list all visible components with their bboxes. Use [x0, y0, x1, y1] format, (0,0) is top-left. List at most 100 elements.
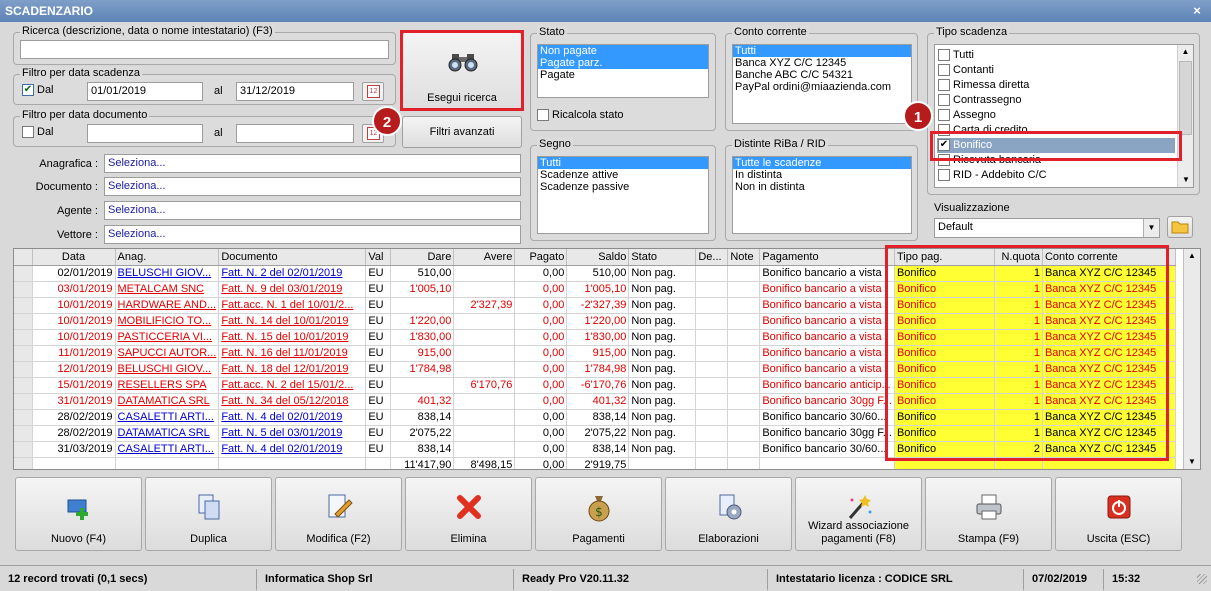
anagrafica-link[interactable]: DATAMATICA SRL — [118, 427, 210, 439]
documento-link[interactable]: Fatt.acc. N. 2 del 15/01/2... — [221, 379, 353, 391]
column-header[interactable]: Data — [32, 249, 116, 266]
column-header[interactable]: De... — [695, 249, 729, 266]
documento-link[interactable]: Fatt. N. 4 del 02/01/2019 — [221, 443, 342, 455]
list-item[interactable]: Scadenze passive — [538, 181, 708, 193]
documento-link[interactable]: Fatt. N. 16 del 11/01/2019 — [221, 347, 347, 359]
list-item[interactable]: Tutti — [538, 157, 708, 169]
column-header[interactable]: Stato — [628, 249, 697, 266]
row-indicator[interactable] — [14, 313, 33, 330]
anagrafica-link[interactable]: DATAMATICA SRL — [118, 395, 210, 407]
anagrafica-link[interactable]: HARDWARE AND... — [118, 299, 217, 311]
checkbox-icon[interactable] — [938, 169, 950, 182]
scroll-thumb[interactable] — [1179, 61, 1192, 135]
elaborazioni-button[interactable]: Elaborazioni — [665, 477, 792, 551]
list-item[interactable]: Non pagate — [538, 45, 708, 57]
list-item[interactable]: Scadenze attive — [538, 169, 708, 181]
row-indicator[interactable] — [14, 361, 33, 378]
checkbox-icon[interactable] — [938, 79, 950, 92]
row-indicator[interactable] — [14, 425, 33, 442]
tipo-item[interactable]: Assegno — [937, 108, 1175, 123]
column-header[interactable]: Documento — [218, 249, 367, 266]
checkbox-icon[interactable] — [938, 109, 950, 122]
wizard-button[interactable]: Wizard associazione pagamenti (F8) — [795, 477, 922, 551]
anagrafica-link[interactable]: METALCAM SNC — [118, 283, 205, 295]
anagrafica-link[interactable]: SAPUCCI AUTOR... — [118, 347, 217, 359]
row-indicator[interactable] — [14, 281, 33, 298]
elimina-button[interactable]: Elimina — [405, 477, 532, 551]
anagrafica-link[interactable]: PASTICCERIA VI... — [118, 331, 213, 343]
resize-grip-icon[interactable] — [1197, 574, 1207, 584]
checkbox-icon[interactable] — [938, 94, 950, 107]
tipo-item[interactable]: Contanti — [937, 63, 1175, 78]
column-header[interactable]: Dare — [390, 249, 455, 266]
scroll-up-icon[interactable]: ▲ — [1178, 45, 1193, 59]
column-header[interactable]: Anag. — [115, 249, 220, 266]
row-indicator[interactable] — [14, 329, 33, 346]
documento-link[interactable]: Fatt. N. 18 del 12/01/2019 — [221, 363, 348, 375]
calendar-button[interactable]: 12 — [362, 82, 384, 101]
documento-selector[interactable]: Seleziona... — [104, 177, 521, 196]
row-indicator[interactable] — [14, 393, 33, 410]
column-header[interactable]: Val — [365, 249, 392, 266]
tipo-scrollbar[interactable]: ▲ ▼ — [1177, 45, 1193, 187]
stampa-button[interactable]: Stampa (F9) — [925, 477, 1052, 551]
view-folder-button[interactable] — [1167, 216, 1193, 238]
list-item[interactable]: Non in distinta — [733, 181, 911, 193]
tipo-scadenza-list[interactable]: Tutti Contanti Rimessa diretta Contrassegno… — [934, 44, 1194, 188]
documento-link[interactable]: Fatt. N. 9 del 03/01/2019 — [221, 283, 342, 295]
tipo-item[interactable]: Rimessa diretta — [937, 78, 1175, 93]
list-item[interactable]: In distinta — [733, 169, 911, 181]
list-item[interactable]: Banca XYZ C/C 12345 — [733, 57, 911, 69]
anagrafica-selector[interactable]: Seleziona... — [104, 154, 521, 173]
duplica-button[interactable]: Duplica — [145, 477, 272, 551]
close-icon[interactable]: × — [1191, 0, 1203, 22]
documento-link[interactable]: Fatt. N. 15 del 10/01/2019 — [221, 331, 348, 343]
column-header[interactable]: Avere — [453, 249, 516, 266]
stato-list[interactable]: Non pagate Pagate parz. Pagate — [537, 44, 709, 98]
search-input[interactable] — [20, 40, 389, 59]
scroll-down-icon[interactable]: ▼ — [1178, 173, 1193, 187]
list-item[interactable]: Pagate — [538, 69, 708, 81]
due-date-checkbox[interactable]: ✔ Dal — [22, 84, 54, 97]
anagrafica-link[interactable]: RESELLERS SPA — [118, 379, 207, 391]
column-header[interactable]: Pagamento — [759, 249, 895, 266]
row-indicator[interactable] — [14, 409, 33, 426]
documento-link[interactable]: Fatt. N. 14 del 10/01/2019 — [221, 315, 348, 327]
anagrafica-link[interactable]: CASALETTI ARTI... — [118, 411, 214, 423]
row-indicator[interactable] — [14, 297, 33, 314]
due-to-input[interactable]: 31/12/2019 — [236, 82, 354, 101]
conto-list[interactable]: Tutti Banca XYZ C/C 12345 Banche ABC C/C 5… — [732, 44, 912, 124]
scroll-down-icon[interactable]: ▼ — [1184, 455, 1200, 469]
segno-list[interactable]: Tutti Scadenze attive Scadenze passive — [537, 156, 709, 234]
checkbox-icon[interactable] — [938, 49, 950, 62]
distinte-list[interactable]: Tutte le scadenze In distinta Non in disti… — [732, 156, 912, 234]
column-header[interactable]: Note — [727, 249, 761, 266]
recalc-status-checkbox[interactable]: Ricalcola stato — [537, 109, 624, 122]
anagrafica-link[interactable]: CASALETTI ARTI... — [118, 443, 214, 455]
tipo-item[interactable]: RID - Addebito C/C — [937, 168, 1175, 183]
vettore-selector[interactable]: Seleziona... — [104, 225, 521, 244]
row-indicator[interactable] — [14, 345, 33, 362]
column-header[interactable]: Pagato — [514, 249, 568, 266]
chevron-down-icon[interactable]: ▼ — [1143, 219, 1159, 237]
agente-selector[interactable]: Seleziona... — [104, 201, 521, 220]
uscita-button[interactable]: Uscita (ESC) — [1055, 477, 1182, 551]
nuovo-button[interactable]: Nuovo (F4) — [15, 477, 142, 551]
anagrafica-link[interactable]: BELUSCHI GIOV... — [118, 267, 212, 279]
list-item[interactable]: Banche ABC C/C 54321 — [733, 69, 911, 81]
checkbox-icon[interactable] — [938, 64, 950, 77]
pagamenti-button[interactable]: $ Pagamenti — [535, 477, 662, 551]
modifica-button[interactable]: Modifica (F2) — [275, 477, 402, 551]
list-item[interactable]: PayPal ordini@miaazienda.com — [733, 81, 911, 93]
column-header[interactable]: Saldo — [566, 249, 630, 266]
anagrafica-link[interactable]: BELUSCHI GIOV... — [118, 363, 212, 375]
row-indicator[interactable] — [14, 265, 33, 282]
documento-link[interactable]: Fatt. N. 34 del 05/12/2018 — [221, 395, 348, 407]
due-from-input[interactable]: 01/01/2019 — [87, 82, 203, 101]
doc-from-input[interactable] — [87, 124, 203, 143]
advanced-filters-button[interactable]: Filtri avanzati — [402, 116, 522, 148]
tipo-item[interactable]: Contrassegno — [937, 93, 1175, 108]
list-item[interactable]: Tutte le scadenze — [733, 157, 911, 169]
scroll-up-icon[interactable]: ▲ — [1184, 249, 1200, 263]
documento-link[interactable]: Fatt. N. 2 del 02/01/2019 — [221, 267, 342, 279]
